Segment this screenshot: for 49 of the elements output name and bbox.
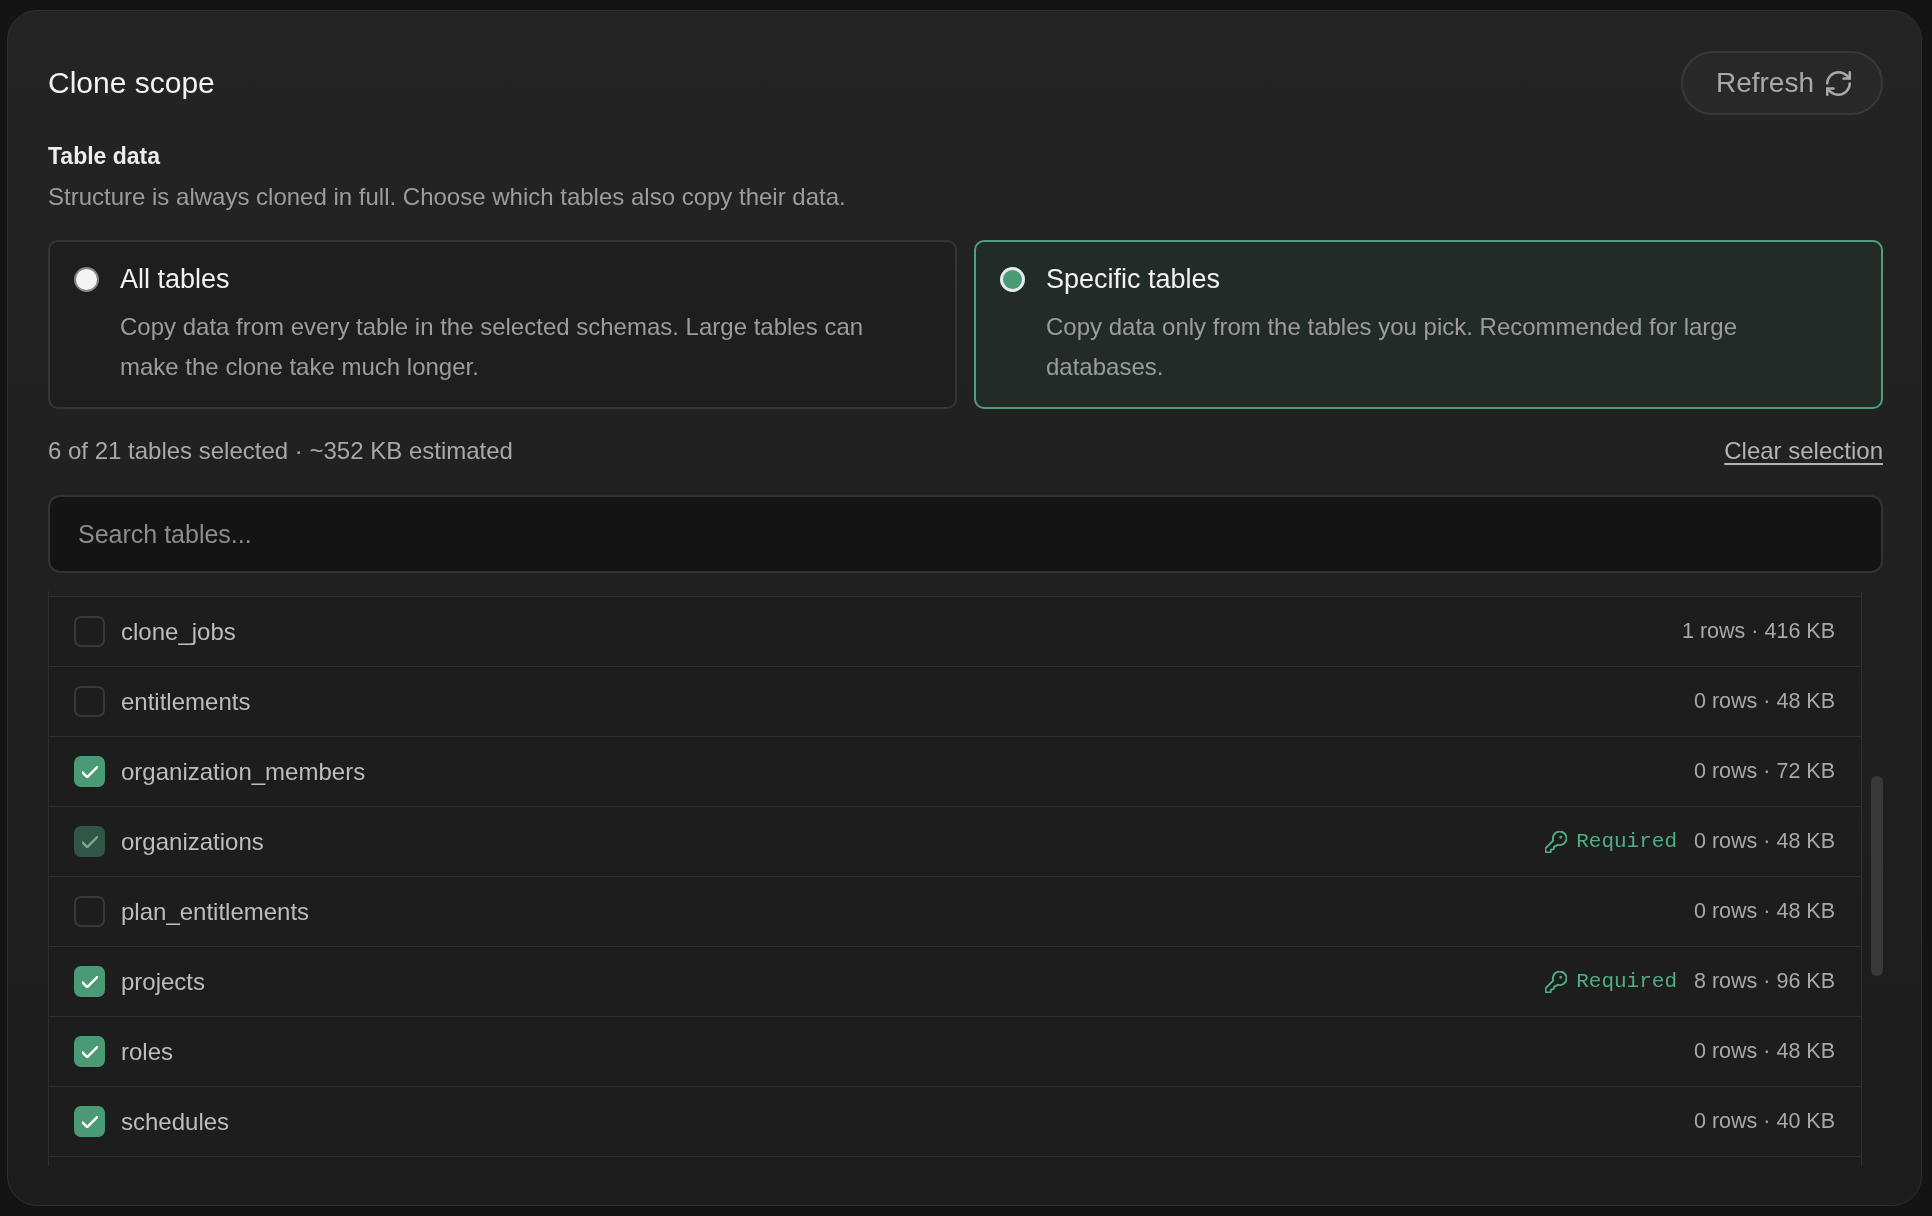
check-icon xyxy=(81,1045,98,1058)
table-name: entitlements xyxy=(121,687,251,716)
option-description: Copy data from every table in the selected schemas. Large tables can make the clone take much longer. xyxy=(120,312,865,382)
table-name: organizations xyxy=(121,827,264,856)
table-stats: 0 rows · 48 KB xyxy=(1694,1039,1835,1064)
search-field[interactable]: Search tables... xyxy=(48,495,1883,573)
key-icon xyxy=(1545,830,1568,853)
table-name: projects xyxy=(121,967,206,996)
refresh-button[interactable]: Refresh xyxy=(1680,51,1883,115)
table-name: clone_jobs xyxy=(121,617,236,646)
checkbox[interactable] xyxy=(74,966,105,997)
table-name: plan_entitlements xyxy=(121,897,310,926)
table-stats: 0 rows · 48 KB xyxy=(1694,899,1835,924)
selection-summary: 6 of 21 tables selected · ~352 KB estimated xyxy=(48,436,513,466)
radio-button[interactable] xyxy=(74,266,99,292)
checkbox[interactable] xyxy=(74,1036,105,1067)
clear-selection-link[interactable]: Clear selection xyxy=(1724,436,1883,466)
required-label: Required xyxy=(1576,830,1677,853)
option-title: Specific tables xyxy=(1046,264,1221,294)
option-card[interactable]: Specific tables Copy data only from the tables you pick. Recommended for large databases. xyxy=(974,240,1883,409)
option-card[interactable]: All tables Copy data from every table in the selected schemas. Large tables can make the clone take much longer. xyxy=(48,240,957,409)
checkbox[interactable] xyxy=(74,896,105,927)
check-icon xyxy=(81,1115,98,1128)
key-icon xyxy=(1545,970,1568,993)
table-name: roles xyxy=(121,1037,174,1066)
check-icon xyxy=(81,835,98,848)
section-description: Structure is always cloned in full. Choose which tables also copy their data. xyxy=(48,182,847,212)
table-stats: 1 rows · 416 KB xyxy=(1682,619,1835,644)
section-heading: Table data xyxy=(48,142,162,171)
table-stats: 0 rows · 72 KB xyxy=(1694,759,1835,784)
option-title: All tables xyxy=(120,264,230,294)
panel-title: Clone scope xyxy=(48,65,215,101)
table-row[interactable]: schedules 0 rows · 40 KB xyxy=(49,1086,1861,1157)
checkbox[interactable] xyxy=(74,1106,105,1137)
check-icon xyxy=(81,975,98,988)
table-stats: 0 rows · 40 KB xyxy=(1694,1109,1835,1134)
table-name: organization_members xyxy=(121,757,366,786)
check-icon xyxy=(81,765,98,778)
checkbox[interactable] xyxy=(74,756,105,787)
table-name: schedules xyxy=(121,1107,230,1136)
refresh-icon xyxy=(1826,70,1851,96)
table-stats: 8 rows · 96 KB xyxy=(1694,969,1835,994)
table-stats: 0 rows · 48 KB xyxy=(1694,689,1835,714)
checkbox[interactable] xyxy=(74,686,105,717)
option-description: Copy data only from the tables you pick. Recommended for large databases. xyxy=(1046,312,1739,382)
required-label: Required xyxy=(1576,970,1677,993)
checkbox[interactable] xyxy=(74,616,105,647)
scrollbar-thumb[interactable] xyxy=(1871,776,1883,976)
table-stats: 0 rows · 48 KB xyxy=(1694,829,1835,854)
